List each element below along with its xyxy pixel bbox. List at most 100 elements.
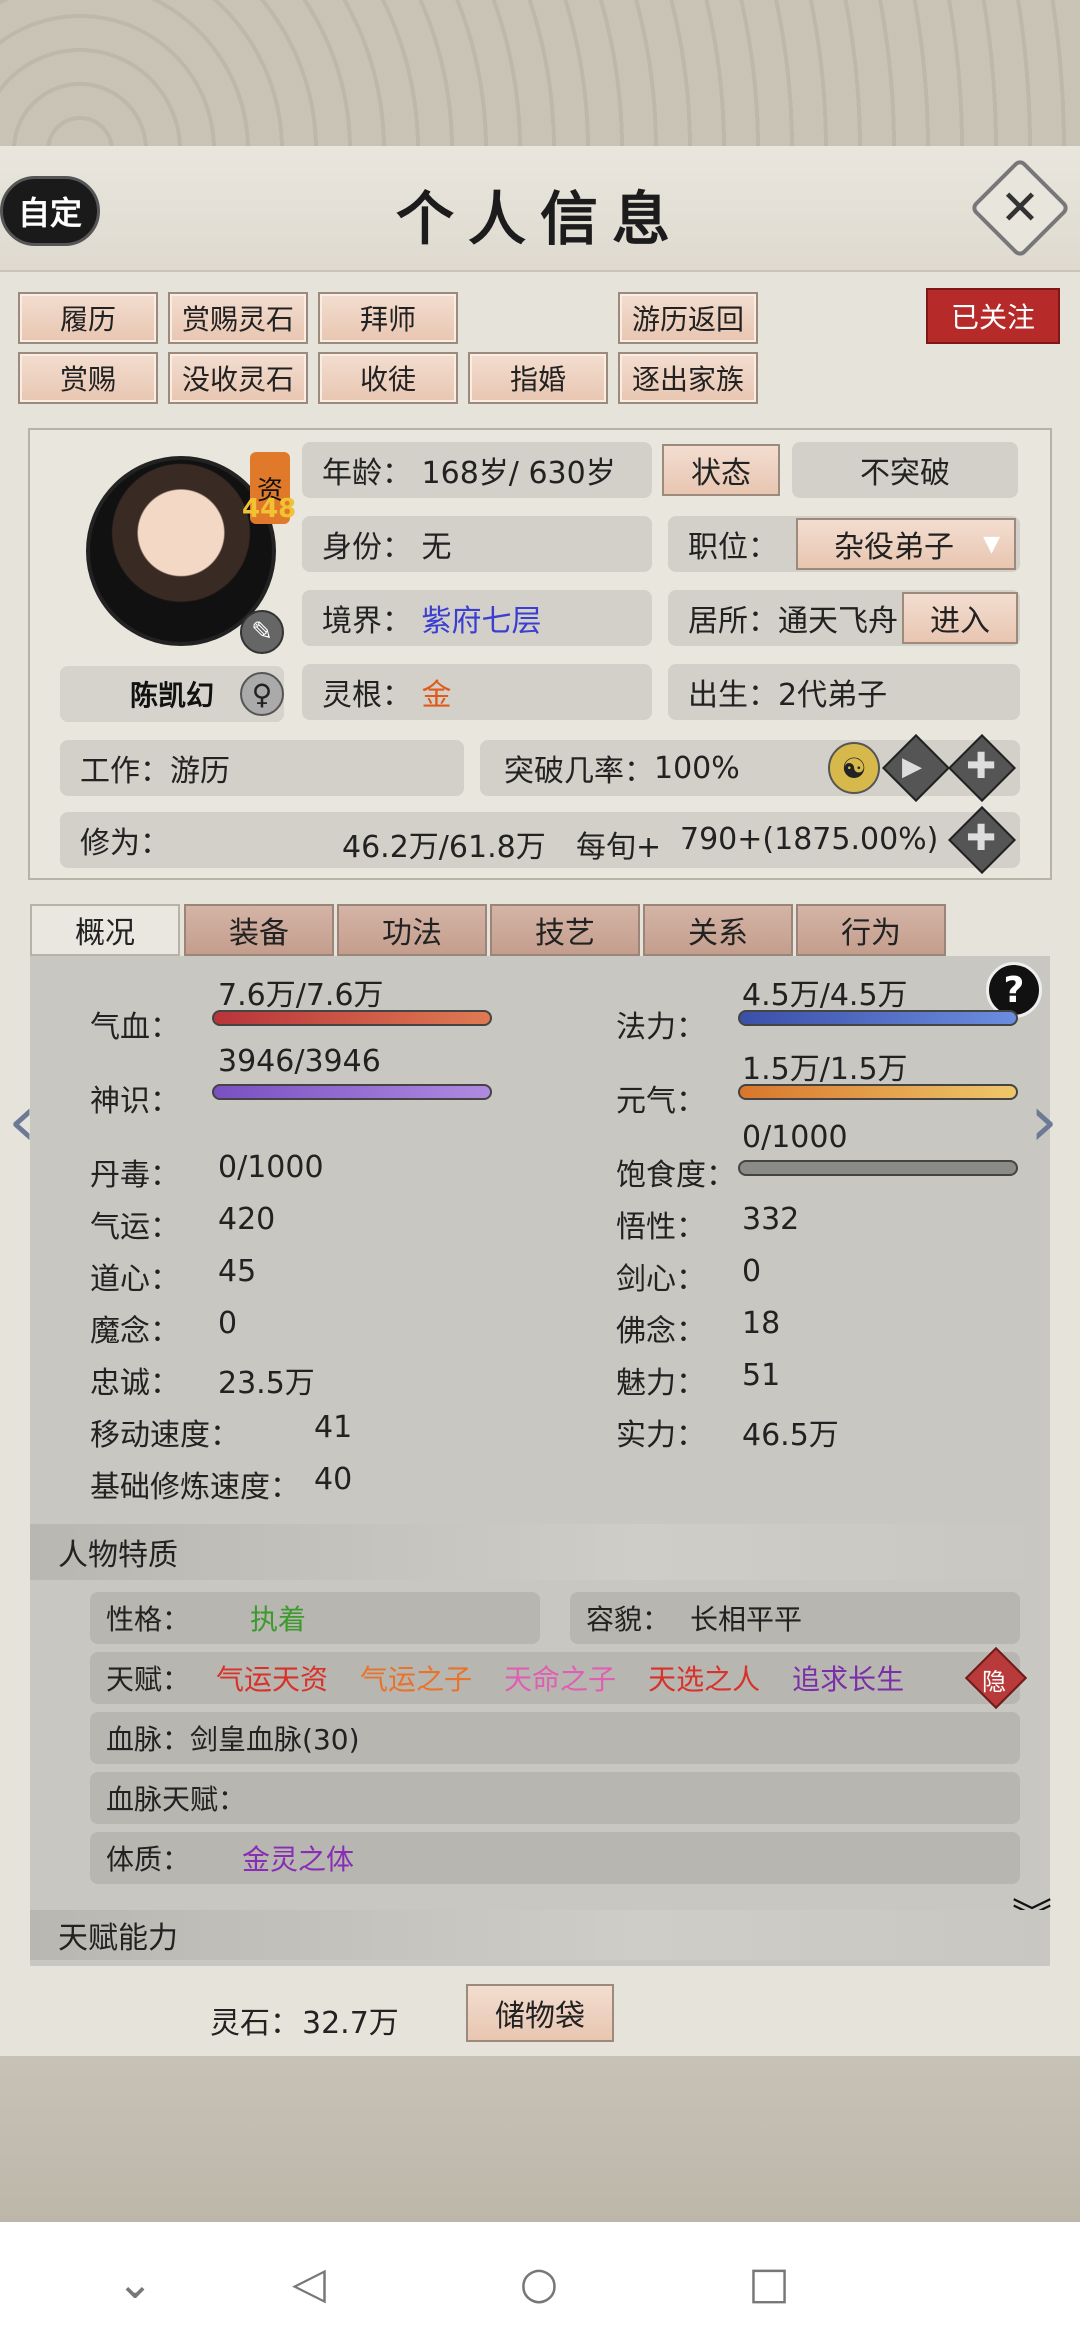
monian-value: 0 bbox=[218, 1306, 238, 1341]
bloodline-talent-row: 血脉天赋： bbox=[90, 1772, 1020, 1824]
birth-field: 出生： 2代弟子 bbox=[668, 664, 1020, 720]
residence-value: 通天飞舟 bbox=[778, 604, 898, 639]
work-field: 工作： 游历 bbox=[60, 740, 464, 796]
cultivation-plus-icon: ✚ bbox=[966, 818, 997, 859]
personality-row: 性格： 执着 bbox=[90, 1592, 540, 1644]
page-title: 个人信息 bbox=[395, 185, 684, 253]
meditation-icon[interactable]: ☯ bbox=[828, 742, 880, 794]
baoshi-label: 饱食度： bbox=[616, 1158, 736, 1193]
enter-button[interactable]: 进入 bbox=[902, 592, 1018, 644]
identity-label: 身份： bbox=[322, 530, 412, 565]
identity-value: 无 bbox=[421, 530, 452, 565]
talent-item[interactable]: 天选之人 bbox=[648, 1658, 760, 1698]
identity-field: 身份： 无 bbox=[302, 516, 652, 572]
per-period-label: 每旬+ bbox=[576, 830, 662, 865]
cultivation-label: 修为： bbox=[80, 826, 170, 861]
status-button[interactable]: 状态 bbox=[662, 444, 780, 496]
cultivation-value: 46.2万/61.8万 bbox=[342, 830, 546, 865]
expel-family-button[interactable]: 逐出家族 bbox=[618, 352, 758, 404]
jianxin-label: 剑心： bbox=[616, 1262, 706, 1297]
position-dropdown[interactable]: 杂役弟子 ▼ bbox=[796, 518, 1016, 570]
talent-item[interactable]: 气运之子 bbox=[360, 1658, 472, 1698]
personality-label: 性格： bbox=[106, 1603, 191, 1636]
move-speed-value: 41 bbox=[314, 1410, 353, 1445]
body-row: 体质： 金灵之体 bbox=[90, 1832, 1020, 1884]
resume-button[interactable]: 履历 bbox=[18, 292, 158, 344]
tab-relations[interactable]: 关系 bbox=[643, 904, 793, 956]
stone-value: 32.7万 bbox=[302, 2006, 399, 2041]
age-label: 年龄： bbox=[322, 456, 412, 491]
tab-skills[interactable]: 功法 bbox=[337, 904, 487, 956]
looks-label: 容貌： bbox=[586, 1603, 671, 1636]
stone-label: 灵石： bbox=[210, 2006, 300, 2041]
breakthrough-mode-button[interactable]: 不突破 bbox=[792, 442, 1018, 498]
age-value: 168岁/ 630岁 bbox=[421, 456, 616, 491]
jianxin-value: 0 bbox=[742, 1254, 762, 1289]
top-wave-background bbox=[0, 0, 1080, 150]
realm-field: 境界： 紫府七层 bbox=[302, 590, 652, 646]
back-triangle-icon[interactable]: ◁ bbox=[284, 2258, 334, 2309]
personality-value: 执着 bbox=[250, 1603, 307, 1636]
recents-square-icon[interactable]: □ bbox=[744, 2258, 794, 2309]
loyalty-value: 23.5万 bbox=[218, 1366, 315, 1401]
hide-badge: 隐 bbox=[982, 1668, 1006, 1696]
tab-arts[interactable]: 技艺 bbox=[490, 904, 640, 956]
base-cultivation-speed-label: 基础修炼速度： bbox=[90, 1470, 300, 1505]
tab-equipment[interactable]: 装备 bbox=[184, 904, 334, 956]
reward-stone-button[interactable]: 赏赐灵石 bbox=[168, 292, 308, 344]
strength-label: 实力： bbox=[616, 1418, 706, 1453]
root-value: 金 bbox=[421, 678, 452, 713]
tab-behavior[interactable]: 行为 bbox=[796, 904, 946, 956]
daoxin-label: 道心： bbox=[90, 1262, 180, 1297]
arrange-marriage-button[interactable]: 指婚 bbox=[468, 352, 608, 404]
looks-value: 长相平平 bbox=[690, 1603, 803, 1636]
ability-section-header: 天赋能力 bbox=[30, 1910, 1050, 1960]
root-field: 灵根： 金 bbox=[302, 664, 652, 720]
plus-icon: ✚ bbox=[966, 746, 997, 787]
dandu-value: 0/1000 bbox=[218, 1150, 324, 1185]
collapse-chevron-icon[interactable]: ⌄ bbox=[110, 2258, 160, 2309]
talent-row: 天赋： 气运天资 气运之子 天命之子 天选之人 追求长生 bbox=[90, 1652, 1020, 1704]
talent-item[interactable]: 天命之子 bbox=[504, 1658, 616, 1698]
followed-badge[interactable]: 已关注 bbox=[926, 288, 1060, 344]
reward-button[interactable]: 赏赐 bbox=[18, 352, 158, 404]
bottom-decoration bbox=[0, 2056, 1080, 2222]
monian-label: 魔念： bbox=[90, 1314, 180, 1349]
age-field: 年龄： 168岁/ 630岁 bbox=[302, 442, 652, 498]
work-label: 工作： bbox=[80, 754, 170, 789]
body-label: 体质： bbox=[106, 1843, 191, 1876]
base-cultivation-speed-value: 40 bbox=[314, 1462, 353, 1497]
storage-bag-button[interactable]: 储物袋 bbox=[466, 1984, 614, 2042]
loyalty-label: 忠诚： bbox=[90, 1366, 180, 1401]
baoshi-value: 0/1000 bbox=[742, 1120, 848, 1155]
qixue-label: 气血： bbox=[90, 1010, 180, 1045]
return-travel-button[interactable]: 游历返回 bbox=[618, 292, 758, 344]
take-disciple-button[interactable]: 收徒 bbox=[318, 352, 458, 404]
bloodline-value: 剑皇血脉(30) bbox=[190, 1723, 360, 1756]
fali-label: 法力： bbox=[616, 1010, 706, 1045]
talent-item[interactable]: 气运天资 bbox=[216, 1658, 328, 1698]
talent-label: 天赋： bbox=[106, 1663, 191, 1696]
talent-item[interactable]: 追求长生 bbox=[792, 1658, 904, 1698]
home-circle-icon[interactable]: ○ bbox=[514, 2258, 564, 2309]
bloodline-talent-label: 血脉天赋： bbox=[106, 1783, 247, 1816]
apprentice-button[interactable]: 拜师 bbox=[318, 292, 458, 344]
strength-value: 46.5万 bbox=[742, 1418, 839, 1453]
fali-value: 4.5万/4.5万 bbox=[742, 978, 908, 1013]
edit-brush-icon[interactable]: ✎ bbox=[240, 610, 284, 654]
confiscate-stone-button[interactable]: 没收灵石 bbox=[168, 352, 308, 404]
tab-overview[interactable]: 概况 bbox=[30, 904, 180, 956]
fonian-label: 佛念： bbox=[616, 1314, 706, 1349]
traits-section-header: 人物特质 bbox=[30, 1524, 1050, 1580]
qixue-bar bbox=[212, 1010, 492, 1026]
close-icon: ✕ bbox=[999, 180, 1041, 236]
aptitude-value: 448 bbox=[242, 494, 297, 524]
auto-button[interactable]: 自定 bbox=[0, 176, 100, 246]
bloodline-label: 血脉： bbox=[106, 1723, 191, 1756]
next-arrow-icon[interactable]: › bbox=[1030, 1080, 1058, 1162]
move-speed-label: 移动速度： bbox=[90, 1418, 240, 1453]
character-name: 陈凯幻 bbox=[129, 679, 214, 712]
prev-arrow-icon[interactable]: ‹ bbox=[8, 1080, 36, 1162]
daoxin-value: 45 bbox=[218, 1254, 257, 1289]
residence-label: 居所： bbox=[688, 604, 778, 639]
